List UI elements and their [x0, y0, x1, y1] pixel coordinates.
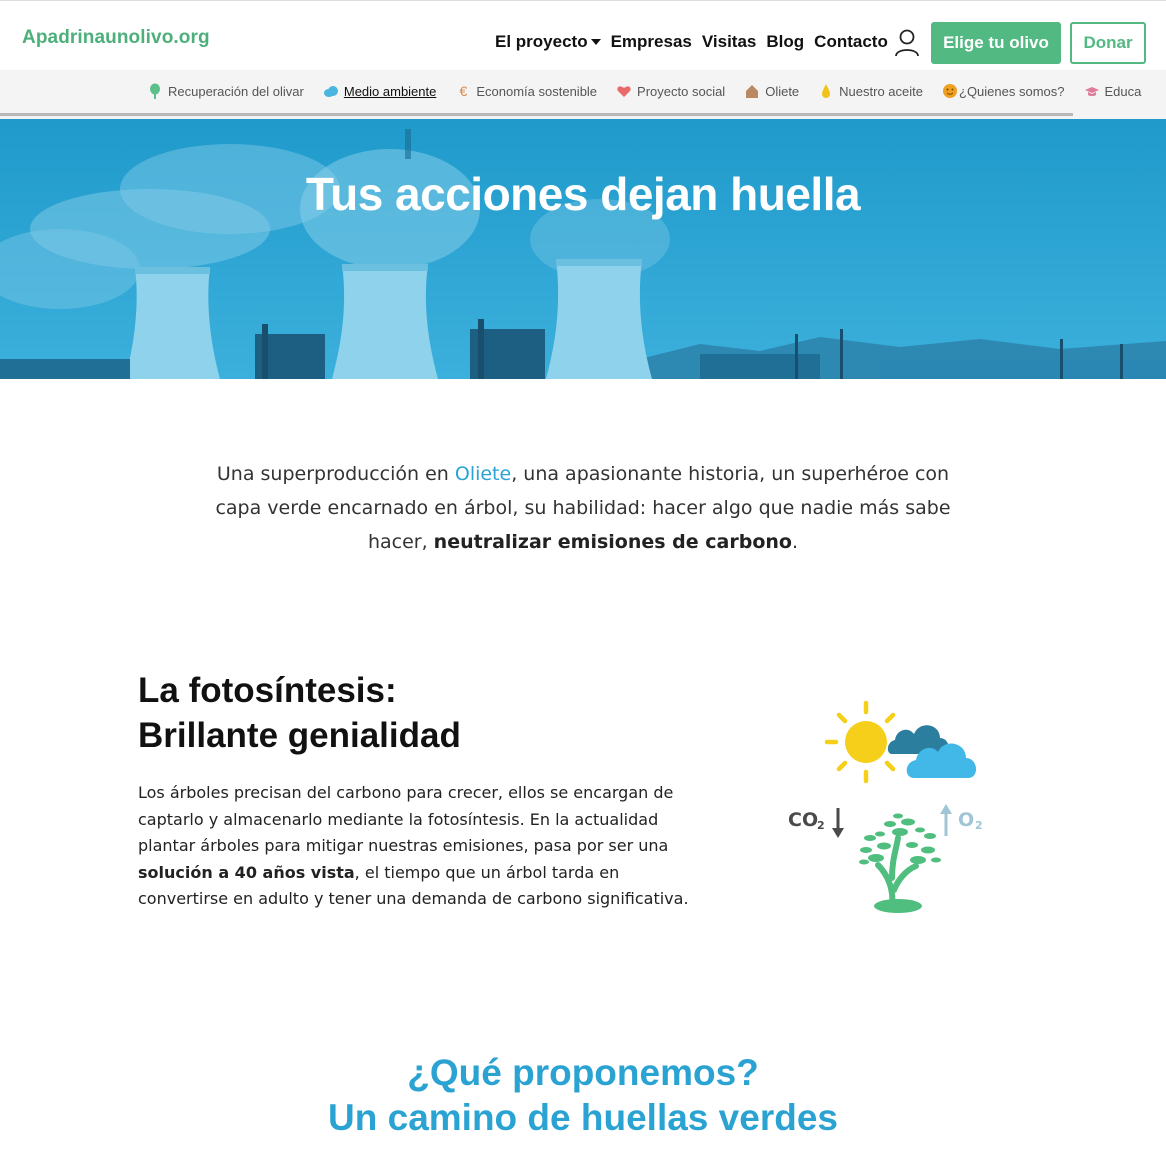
heart-icon	[617, 86, 631, 97]
subnav-item-oliete[interactable]: Oliete	[744, 83, 799, 99]
choose-olive-button[interactable]: Elige tu olivo	[931, 22, 1061, 64]
subnav-item-label: Oliete	[765, 83, 800, 99]
co2-subscript: 2	[817, 819, 825, 832]
site-logo[interactable]: Apadrinaunolivo.org	[22, 27, 210, 49]
o2-subscript: 2	[975, 819, 983, 832]
graduation-cap-icon	[1084, 87, 1099, 97]
subnav-item-label: Economía sostenible	[476, 83, 598, 99]
cloud-icon	[323, 86, 338, 97]
nav-visitas[interactable]: Visitas	[702, 32, 757, 52]
proposal-heading-line2: Un camino de huellas verdes	[328, 1097, 838, 1138]
subnav-item-quienes-somos[interactable]: ¿Quienes somos?	[942, 83, 1065, 99]
nav-empresas[interactable]: Empresas	[611, 32, 692, 52]
photosynthesis-paragraph: Los árboles precisan del carbono para cr…	[138, 780, 698, 913]
subnav-item-aceite[interactable]: Nuestro aceite	[818, 83, 923, 99]
o2-arrow-icon: O 2	[940, 804, 983, 836]
o2-label: O	[958, 809, 974, 831]
subnav-item-proyecto-social[interactable]: Proyecto social	[616, 83, 725, 99]
euro-icon: €	[459, 83, 468, 99]
tree-icon	[150, 83, 160, 99]
subnav-item-label: Recuperación del olivar	[168, 83, 304, 99]
subnav-item-label: Medio ambiente	[343, 83, 437, 99]
oil-drop-icon	[822, 84, 831, 98]
subnav-item-label: Proyecto social	[637, 83, 726, 99]
intro-highlight: neutralizar emisiones de carbono	[433, 531, 792, 553]
photosynthesis-text: Los árboles precisan del carbono para cr…	[138, 783, 674, 855]
user-icon[interactable]	[894, 29, 920, 57]
photosynthesis-heading: La fotosíntesis: Brillante genialidad	[138, 668, 461, 758]
co2-arrow-icon: CO 2	[788, 808, 844, 838]
subnav-item-economia[interactable]: € Economía sostenible	[455, 83, 597, 99]
photosynthesis-heading-line2: Brillante genialidad	[138, 716, 461, 755]
subnav-item-recuperacion[interactable]: Recuperación del olivar	[147, 83, 304, 99]
subnav-item-medio-ambiente[interactable]: Medio ambiente	[323, 83, 437, 99]
co2-label: CO	[788, 809, 818, 831]
section-subnav: Recuperación del olivar Medio ambiente €…	[0, 70, 1166, 119]
tree-icon	[859, 813, 941, 913]
hero-background-image	[0, 119, 1166, 379]
nav-contacto[interactable]: Contacto	[814, 32, 888, 52]
intro-text: .	[791, 531, 799, 553]
site-header: Apadrinaunolivo.org El proyecto Empresas…	[0, 0, 1166, 70]
chevron-down-icon	[590, 39, 601, 45]
intro-paragraph: Una superproducción en Oliete, una apasi…	[210, 457, 956, 559]
horizontal-scrollbar[interactable]	[0, 113, 1073, 116]
nav-el-proyecto[interactable]: El proyecto	[495, 32, 601, 52]
photosynthesis-heading-line1: La fotosíntesis:	[138, 671, 397, 710]
subnav-item-label: Educa	[1104, 83, 1142, 99]
proposal-heading: ¿Qué proponemos? Un camino de huellas ve…	[0, 1050, 1166, 1140]
donate-button[interactable]: Donar	[1070, 22, 1146, 64]
hero-title: Tus acciones dejan huella	[305, 168, 861, 220]
subnav-item-label: Nuestro aceite	[839, 83, 923, 99]
cloud-icon	[887, 725, 977, 778]
hero-banner: Tus acciones dejan huella	[0, 119, 1166, 379]
oliete-link[interactable]: Oliete	[455, 463, 511, 485]
main-nav: El proyecto Empresas Visitas Blog Contac…	[495, 32, 898, 52]
nav-el-proyecto-label: El proyecto	[495, 32, 588, 51]
photosynthesis-highlight: solución a 40 años vista	[138, 862, 355, 882]
house-icon	[746, 85, 759, 98]
proposal-heading-line1: ¿Qué proponemos?	[407, 1052, 759, 1093]
subnav-item-educa[interactable]: Educa	[1084, 83, 1142, 99]
intro-text: Una superproducción en	[216, 463, 455, 485]
smiley-icon	[943, 84, 957, 98]
photosynthesis-illustration: CO 2 O 2	[788, 700, 983, 913]
subnav-item-label: ¿Quienes somos?	[959, 83, 1065, 99]
nav-blog[interactable]: Blog	[766, 32, 804, 52]
